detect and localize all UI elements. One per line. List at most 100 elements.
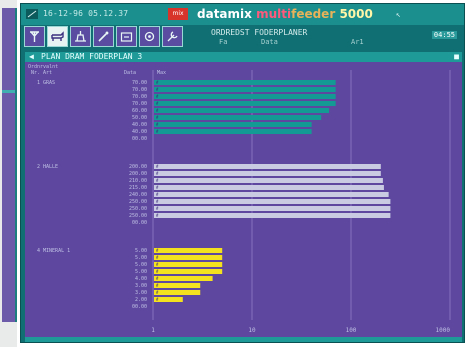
value-label-1-6: 250.00 [129, 206, 147, 212]
background-window-frame [2, 8, 17, 322]
tools-icon [167, 31, 178, 42]
brand-title: datamix multifeeder 5000 [197, 7, 373, 21]
bar-0-7 [154, 129, 312, 134]
bar-1-0 [154, 164, 381, 169]
background-window [0, 0, 17, 347]
background-window-highlight [2, 90, 15, 93]
top-status-bar: 16-12-96 05.12.37 mix datamix multifeede… [21, 4, 464, 25]
feed-tool-button[interactable] [70, 26, 91, 47]
chart-svg: OrdnrvalntNr. Art Data Max1 GRAS 70.00 #70.0… [28, 64, 451, 334]
tools-tool-button[interactable] [162, 26, 183, 47]
bar-2-4 [154, 276, 213, 281]
value-label-0-4: 60.00 [132, 108, 147, 114]
info-sub-1: Fa [219, 38, 228, 46]
value-label-0-1: 70.00 [132, 87, 147, 93]
bar-1-2 [154, 178, 383, 183]
brand-model: feeder [291, 7, 336, 21]
info-sub-2: Data [261, 38, 278, 46]
toolbar [24, 26, 208, 50]
value-label-0-6: 40.00 [132, 122, 147, 128]
cow-tool-button[interactable] [47, 26, 68, 47]
mixer-icon [120, 32, 133, 42]
datamix-screen: 16-12-96 05.12.37 mix datamix multifeede… [20, 3, 465, 343]
group-label-2: 4 MINERAL 1 [37, 248, 70, 254]
chart-header-max: Max [157, 70, 166, 76]
brand-version: 5000 [339, 7, 373, 21]
feed-plan-chart: Ordnrvalnt Nr. Art Data Max 1 GRAS 70.00 #70.0… [25, 62, 462, 337]
mixer-tool-button[interactable] [116, 26, 137, 47]
bar-1-1 [154, 171, 381, 176]
brand-multi: multi [256, 7, 292, 21]
bar-0-5 [154, 115, 322, 120]
bar-2-1 [154, 255, 223, 260]
group-label-1: 2 HALLE [37, 164, 58, 170]
value-label-2-5: 3.00 [135, 283, 147, 289]
info-title: ORDREDST FODERPLANER [211, 28, 308, 37]
x-tick-1: 1 [151, 327, 155, 334]
value-label-2-0: 5.00 [135, 248, 147, 254]
value-label-2-7: 2.00 [135, 297, 147, 303]
antenna-icon [30, 31, 39, 42]
value-label-2-1: 5.00 [135, 255, 147, 261]
value-label-1-4: 240.00 [129, 192, 147, 198]
bar-2-2 [154, 262, 223, 267]
edit-tool-button[interactable] [93, 26, 114, 47]
bar-2-0 [154, 248, 223, 253]
group-label-0: 1 GRAS [37, 80, 55, 86]
bar-0-4 [154, 108, 330, 113]
x-tick-100: 100 [346, 327, 357, 334]
bar-1-3 [154, 185, 384, 190]
bar-1-5 [154, 199, 391, 204]
bar-1-7 [154, 213, 391, 218]
value-label-2-3: 5.00 [135, 269, 147, 275]
cursor-icon: ↖ [396, 10, 401, 19]
value-label-0-3: 70.00 [132, 101, 147, 107]
window-title: PLAN DRAM FODERPLAN 3 [41, 52, 143, 61]
brand-logo: mix [168, 8, 188, 20]
battery-indicator: 04:55 [431, 31, 457, 39]
trailing-label-0: 00.00 [132, 136, 147, 142]
value-label-2-6: 3.00 [135, 290, 147, 296]
bar-0-1 [154, 87, 336, 92]
bar-0-6 [154, 122, 312, 127]
bar-2-6 [154, 290, 201, 295]
trailing-label-2: 00.00 [132, 304, 147, 310]
bottom-bar [25, 337, 462, 342]
brand-prefix: datamix [197, 7, 252, 21]
value-label-1-1: 200.00 [129, 171, 147, 177]
bar-1-4 [154, 192, 389, 197]
feed-icon [75, 31, 86, 42]
value-label-2-2: 5.00 [135, 262, 147, 268]
datetime-stamp: 16-12-96 05.12.37 [43, 9, 129, 18]
value-label-1-5: 250.00 [129, 199, 147, 205]
value-label-1-3: 215.00 [129, 185, 147, 191]
value-label-0-2: 70.00 [132, 94, 147, 100]
trailing-label-1: 00.00 [132, 220, 147, 226]
x-tick-10: 10 [248, 327, 256, 334]
bar-1-6 [154, 206, 391, 211]
bar-2-5 [154, 283, 201, 288]
info-panel: ORDREDST FODERPLANER Fa Data Ar1 04:55 [211, 26, 461, 48]
window-title-bar: ◀ PLAN DRAM FODERPLAN 3 ■ [25, 52, 462, 62]
settings-icon [144, 31, 155, 42]
bar-0-3 [154, 101, 336, 106]
value-label-0-5: 50.00 [132, 115, 147, 121]
chart-header-nr-art: Nr. Art [31, 70, 52, 76]
x-tick-1000: 1000 [436, 327, 451, 334]
info-sub-3: Ar1 [351, 38, 364, 46]
value-label-0-7: 40.00 [132, 129, 147, 135]
edit-icon [98, 31, 109, 42]
back-arrow-icon[interactable]: ◀ [29, 52, 34, 62]
antenna-tool-button[interactable] [24, 26, 45, 47]
value-label-1-0: 200.00 [129, 164, 147, 170]
bar-2-3 [154, 269, 223, 274]
value-label-1-7: 250.00 [129, 213, 147, 219]
close-icon[interactable]: ■ [454, 52, 459, 62]
bar-0-0 [154, 80, 336, 85]
value-label-1-2: 210.00 [129, 178, 147, 184]
antenna-status-icon [26, 9, 38, 19]
chart-header-data: Data [124, 70, 136, 76]
cow-icon [51, 31, 64, 41]
value-label-2-4: 4.00 [135, 276, 147, 282]
settings-tool-button[interactable] [139, 26, 160, 47]
